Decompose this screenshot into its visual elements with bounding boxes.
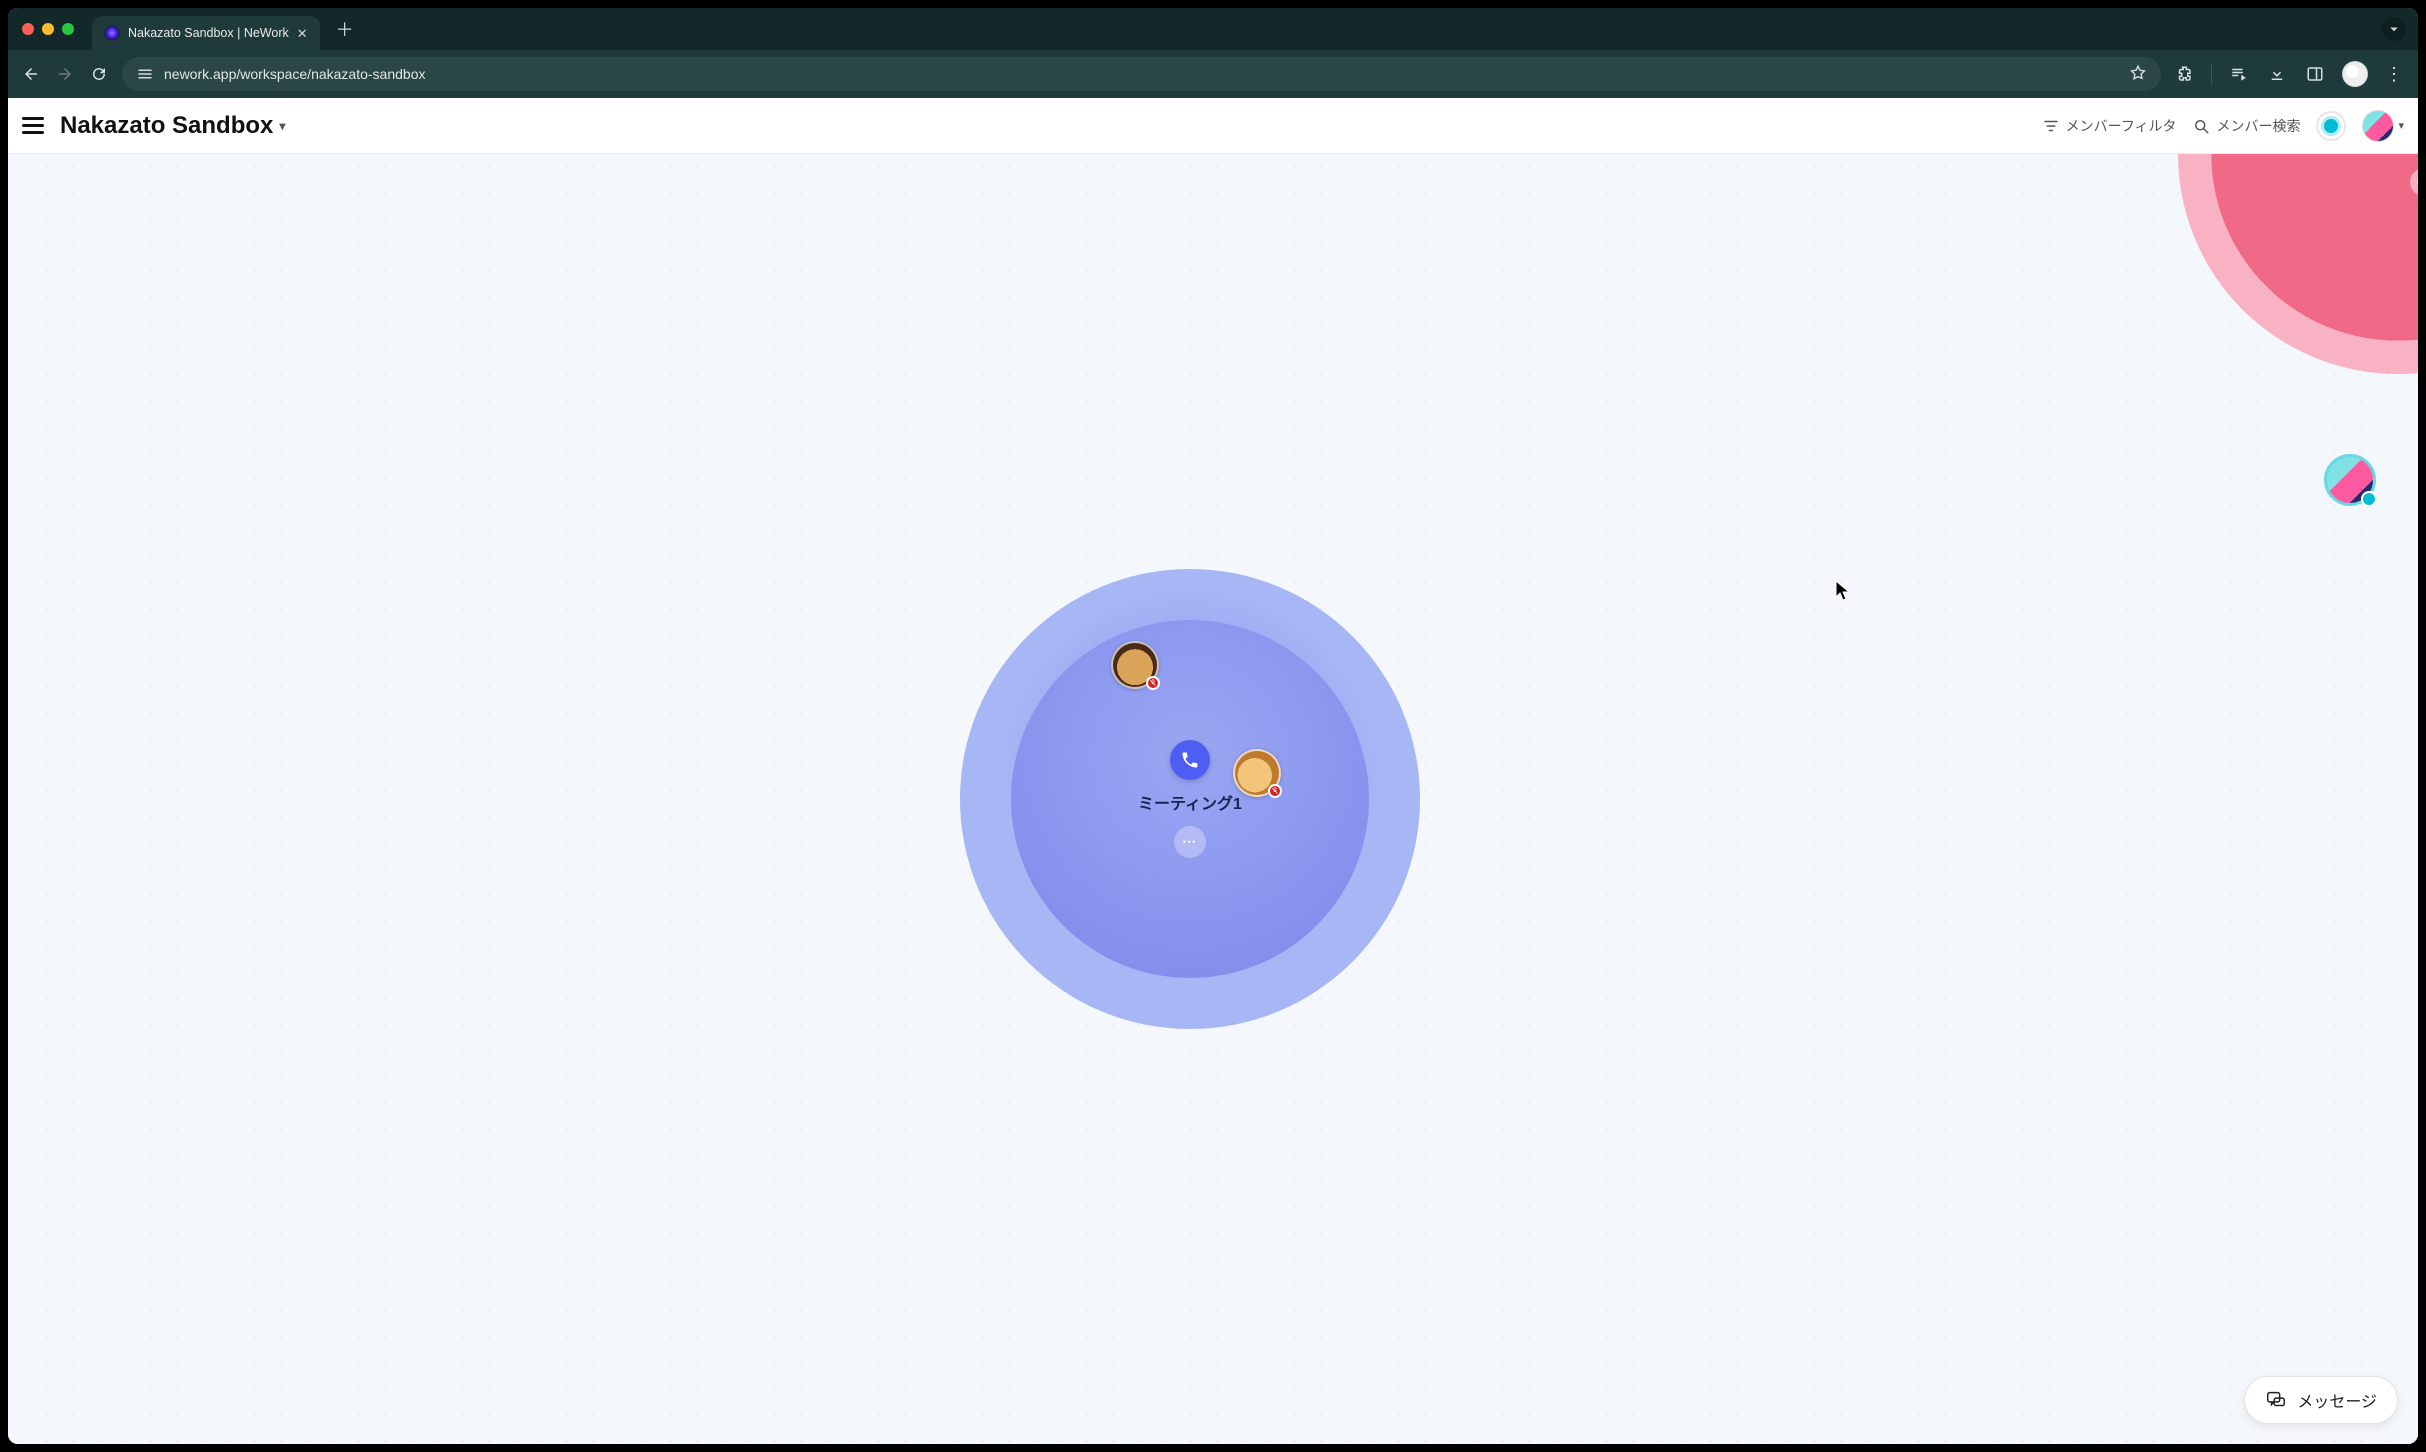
back-button[interactable]: [20, 63, 42, 85]
extensions-icon[interactable]: [2173, 63, 2195, 85]
window-close-button[interactable]: [22, 23, 34, 35]
member-filter-button[interactable]: メンバーフィルタ: [2042, 116, 2177, 136]
member-filter-label: メンバーフィルタ: [2066, 116, 2177, 136]
mic-muted-badge: [1146, 676, 1160, 690]
media-control-icon[interactable]: [2228, 63, 2250, 85]
search-icon: [2192, 117, 2210, 135]
tab-search-button[interactable]: [2382, 17, 2406, 41]
meeting-room-inner: ミーティング1 ⋯: [1011, 620, 1370, 979]
floating-member-avatar[interactable]: [2324, 454, 2376, 506]
url-text: nework.app/workspace/nakazato-sandbox: [164, 66, 2119, 82]
filter-icon: [2042, 117, 2060, 135]
app-root: Nakazato Sandbox ▾ メンバーフィルタ メンバー検索 ▾: [8, 98, 2418, 1444]
browser-menu-button[interactable]: ⋮: [2384, 63, 2406, 85]
window-minimize-button[interactable]: [42, 23, 54, 35]
browser-tab[interactable]: Nakazato Sandbox | NeWork ✕: [92, 16, 320, 50]
tab-close-button[interactable]: ✕: [297, 27, 308, 40]
downloads-icon[interactable]: [2266, 63, 2288, 85]
phone-icon: [1180, 750, 1200, 770]
window-controls: [22, 23, 74, 35]
user-avatar: [2362, 110, 2394, 142]
participant-avatar[interactable]: [1111, 641, 1159, 689]
menu-button[interactable]: [22, 117, 44, 134]
messages-label: メッセージ: [2297, 1388, 2377, 1412]
workspace-title[interactable]: Nakazato Sandbox ▾: [60, 112, 285, 140]
browser-tabstrip: Nakazato Sandbox | NeWork ✕ ＋: [8, 8, 2418, 50]
meeting-name: ミーティング1: [1138, 790, 1242, 814]
workspace-canvas[interactable]: ⋯ ミ: [8, 154, 2418, 1444]
meeting-room[interactable]: ミーティング1 ⋯: [960, 569, 1420, 1029]
chevron-down-icon: ▾: [279, 119, 285, 133]
browser-profile-avatar[interactable]: [2342, 61, 2368, 87]
chevron-down-icon: ▾: [2398, 119, 2404, 132]
member-search-button[interactable]: メンバー検索: [2192, 116, 2300, 136]
workspace-name: Nakazato Sandbox: [60, 112, 273, 140]
site-info-icon[interactable]: [136, 65, 154, 83]
sidepanel-icon[interactable]: [2304, 63, 2326, 85]
forward-button[interactable]: [54, 63, 76, 85]
toolbar-divider: [2211, 64, 2212, 84]
reload-button[interactable]: [88, 63, 110, 85]
room-more-button[interactable]: ⋯: [2410, 168, 2418, 196]
tab-title: Nakazato Sandbox | NeWork: [128, 26, 289, 40]
new-tab-button[interactable]: ＋: [328, 12, 362, 46]
presence-indicator: [2361, 491, 2377, 507]
user-menu-button[interactable]: ▾: [2362, 110, 2404, 142]
meeting-more-button[interactable]: ⋯: [1174, 826, 1206, 858]
participant-avatar[interactable]: [1233, 749, 1281, 797]
presence-dot-icon: [2324, 119, 2338, 133]
call-button[interactable]: [1170, 740, 1210, 780]
browser-toolbar: nework.app/workspace/nakazato-sandbox ⋮: [8, 50, 2418, 98]
bookmark-star-icon[interactable]: [2129, 64, 2147, 85]
mic-muted-badge: [1268, 784, 1282, 798]
toolbar-right: ⋮: [2173, 61, 2406, 87]
messages-button[interactable]: メッセージ: [2244, 1376, 2398, 1424]
member-search-label: メンバー検索: [2216, 116, 2300, 136]
app-header: Nakazato Sandbox ▾ メンバーフィルタ メンバー検索 ▾: [8, 98, 2418, 154]
window-maximize-button[interactable]: [62, 23, 74, 35]
tab-favicon: [104, 25, 120, 41]
room-pink[interactable]: ⋯: [2178, 154, 2418, 374]
presence-status-button[interactable]: [2316, 111, 2346, 141]
address-bar[interactable]: nework.app/workspace/nakazato-sandbox: [122, 57, 2161, 91]
browser-window: Nakazato Sandbox | NeWork ✕ ＋ nework.app…: [8, 8, 2418, 1444]
chat-icon: [2265, 1389, 2287, 1411]
